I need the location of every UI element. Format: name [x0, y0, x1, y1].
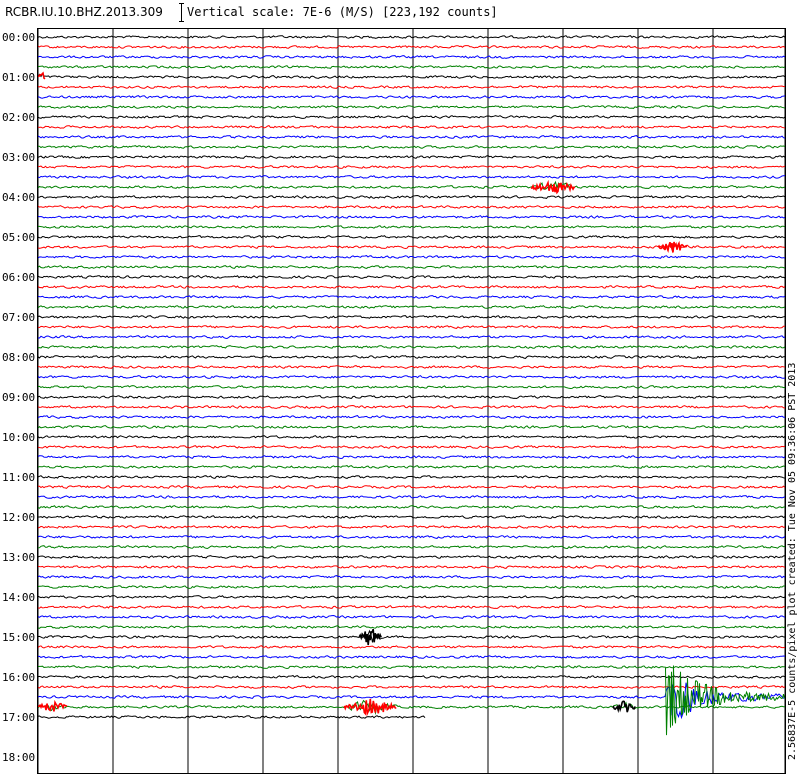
hour-label: 10:00: [2, 431, 35, 444]
hour-label: 18:00: [2, 751, 35, 764]
hour-label: 01:00: [2, 71, 35, 84]
hour-label: 17:00: [2, 711, 35, 724]
hour-label: 15:00: [2, 631, 35, 644]
hour-label: 07:00: [2, 311, 35, 324]
plot-frame: [37, 28, 786, 774]
hour-label: 04:00: [2, 191, 35, 204]
hour-label: 02:00: [2, 111, 35, 124]
hour-label: 14:00: [2, 591, 35, 604]
hour-label: 00:00: [2, 31, 35, 44]
hour-label: 12:00: [2, 511, 35, 524]
hour-label: 13:00: [2, 551, 35, 564]
side-info-text: 2.56837E-5 counts/pixel plot created: Tu…: [787, 362, 797, 760]
hour-label: 09:00: [2, 391, 35, 404]
hour-label: 05:00: [2, 231, 35, 244]
hour-label: 08:00: [2, 351, 35, 364]
side-info-label: 2.56837E-5 counts/pixel plot created: Tu…: [787, 363, 797, 772]
hour-label: 11:00: [2, 471, 35, 484]
hour-label: 03:00: [2, 151, 35, 164]
hour-label: 16:00: [2, 671, 35, 684]
hour-label: 06:00: [2, 271, 35, 284]
